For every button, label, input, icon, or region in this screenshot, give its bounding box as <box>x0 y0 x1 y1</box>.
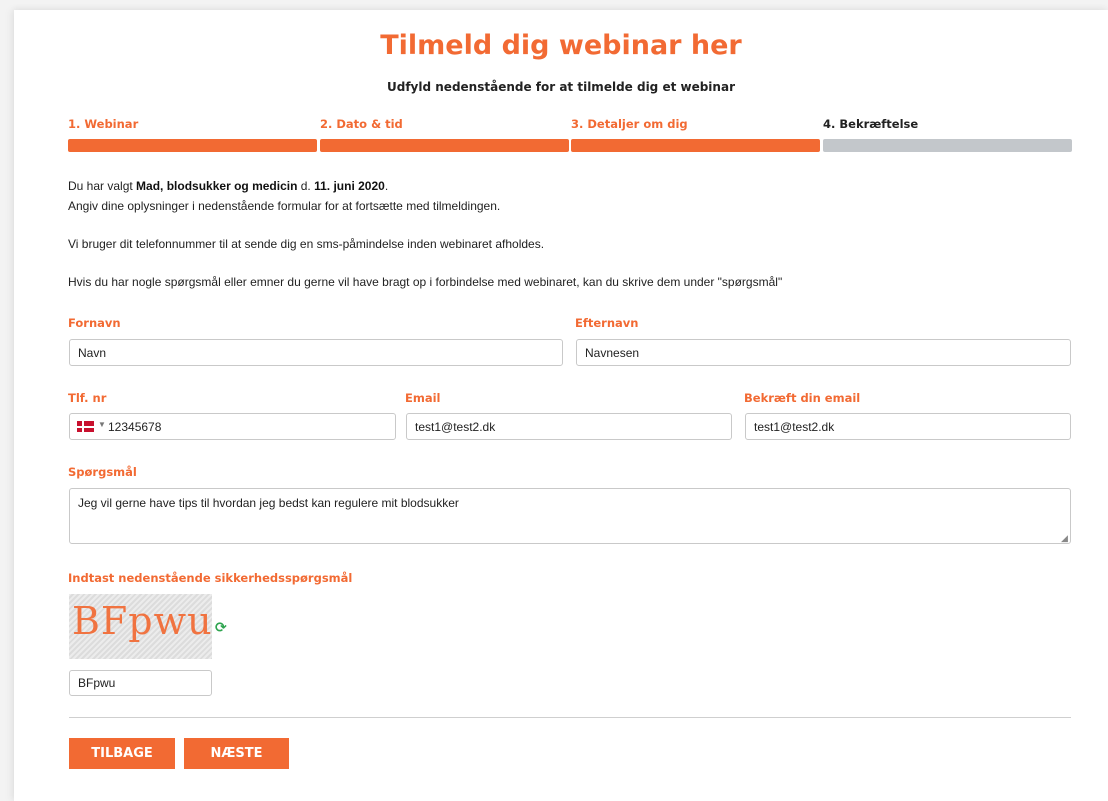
email-confirm-label: Bekræft din email <box>744 391 861 405</box>
back-button[interactable]: TILBAGE <box>69 738 175 769</box>
step-details: 3. Detaljer om dig <box>571 117 820 152</box>
chevron-down-icon[interactable]: ▼ <box>98 420 106 429</box>
denmark-flag-icon[interactable] <box>77 421 94 432</box>
webinar-date: 11. juni 2020 <box>314 179 385 193</box>
resize-handle-icon[interactable]: ◢ <box>1061 533 1068 544</box>
email-label: Email <box>405 391 441 405</box>
intro-text: Du har valgt Mad, blodsukker og medicin … <box>68 176 782 292</box>
step-date-time: 2. Dato & tid <box>320 117 569 152</box>
page-title: Tilmeld dig webinar her <box>380 30 742 61</box>
captcha-input[interactable] <box>69 670 212 696</box>
phone-field: ▼ <box>69 413 396 440</box>
firstname-input[interactable] <box>69 339 563 366</box>
summary-suffix: . <box>384 179 389 193</box>
phone-input[interactable] <box>108 414 388 439</box>
progress-steps: 1. Webinar 2. Dato & tid 3. Detaljer om … <box>68 117 1072 157</box>
summary-prefix: Du har valgt <box>68 179 137 193</box>
step-bar <box>320 139 569 152</box>
lastname-label: Efternavn <box>575 316 639 330</box>
step-webinar: 1. Webinar <box>68 117 317 152</box>
lastname-input[interactable] <box>576 339 1071 366</box>
question-textarea[interactable]: Jeg vil gerne have tips til hvordan jeg … <box>69 488 1071 544</box>
step-confirmation: 4. Bekræftelse <box>823 117 1072 152</box>
refresh-icon[interactable]: ⟳ <box>215 619 227 636</box>
registration-card: Tilmeld dig webinar her Udfyld nedenståe… <box>14 10 1108 801</box>
captcha-image-text: BFpwu <box>72 599 212 643</box>
step-label: 3. Detaljer om dig <box>571 117 688 131</box>
sms-notice: Vi bruger dit telefonnummer til at sende… <box>68 237 545 251</box>
step-bar <box>823 139 1072 152</box>
questions-notice: Hvis du har nogle spørgsmål eller emner … <box>68 275 783 289</box>
step-label: 2. Dato & tid <box>320 117 403 131</box>
instructions-text: Angiv dine oplysninger i nedenstående fo… <box>68 199 501 213</box>
divider <box>69 717 1071 718</box>
phone-label: Tlf. nr <box>68 391 107 405</box>
step-label: 1. Webinar <box>68 117 139 131</box>
step-label: 4. Bekræftelse <box>823 117 919 131</box>
captcha-image: BFpwu <box>69 594 212 659</box>
step-bar <box>571 139 820 152</box>
summary-mid: d. <box>297 179 315 193</box>
next-button[interactable]: NÆSTE <box>184 738 289 769</box>
firstname-label: Fornavn <box>68 316 121 330</box>
selection-summary: Du har valgt Mad, blodsukker og medicin … <box>68 176 782 196</box>
question-label: Spørgsmål <box>68 465 137 479</box>
email-confirm-input[interactable] <box>745 413 1071 440</box>
email-input[interactable] <box>406 413 732 440</box>
page-subtitle: Udfyld nedenstående for at tilmelde dig … <box>387 80 735 94</box>
captcha-label: Indtast nedenstående sikkerhedsspørgsmål <box>68 571 353 585</box>
step-bar <box>68 139 317 152</box>
webinar-name: Mad, blodsukker og medicin <box>136 179 298 193</box>
